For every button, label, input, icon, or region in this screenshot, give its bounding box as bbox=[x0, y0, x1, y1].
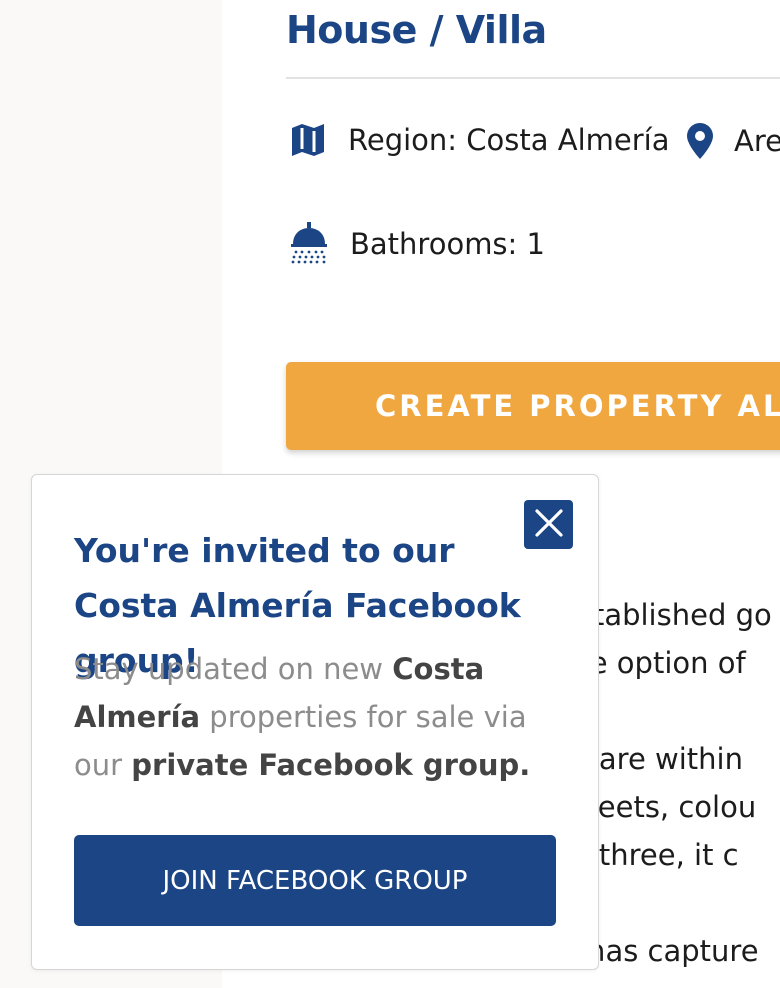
region-label: Region: Costa Almería bbox=[348, 123, 670, 157]
map-icon bbox=[290, 122, 326, 158]
shower-icon bbox=[290, 222, 328, 266]
detail-bathrooms: Bathrooms: 1 bbox=[290, 222, 545, 266]
facebook-group-popup: You're invited to our Costa Almería Face… bbox=[31, 474, 599, 970]
close-button[interactable] bbox=[524, 500, 573, 549]
create-property-alert-button[interactable]: CREATE PROPERTY ALE bbox=[286, 362, 780, 450]
title-divider bbox=[286, 77, 780, 79]
location-pin-icon bbox=[686, 122, 714, 160]
detail-area: Are bbox=[686, 122, 780, 160]
area-label: Are bbox=[734, 124, 780, 158]
popup-body-highlight: private Facebook group. bbox=[131, 748, 531, 782]
property-title: House / Villa bbox=[286, 8, 547, 52]
join-facebook-group-button[interactable]: JOIN FACEBOOK GROUP bbox=[74, 835, 556, 926]
close-icon bbox=[534, 508, 564, 542]
bathrooms-label: Bathrooms: 1 bbox=[350, 227, 545, 261]
popup-body: Stay updated on new Costa Almería proper… bbox=[74, 645, 544, 789]
detail-region: Region: Costa Almería bbox=[290, 122, 669, 158]
popup-body-text: Stay updated on new bbox=[74, 652, 393, 686]
